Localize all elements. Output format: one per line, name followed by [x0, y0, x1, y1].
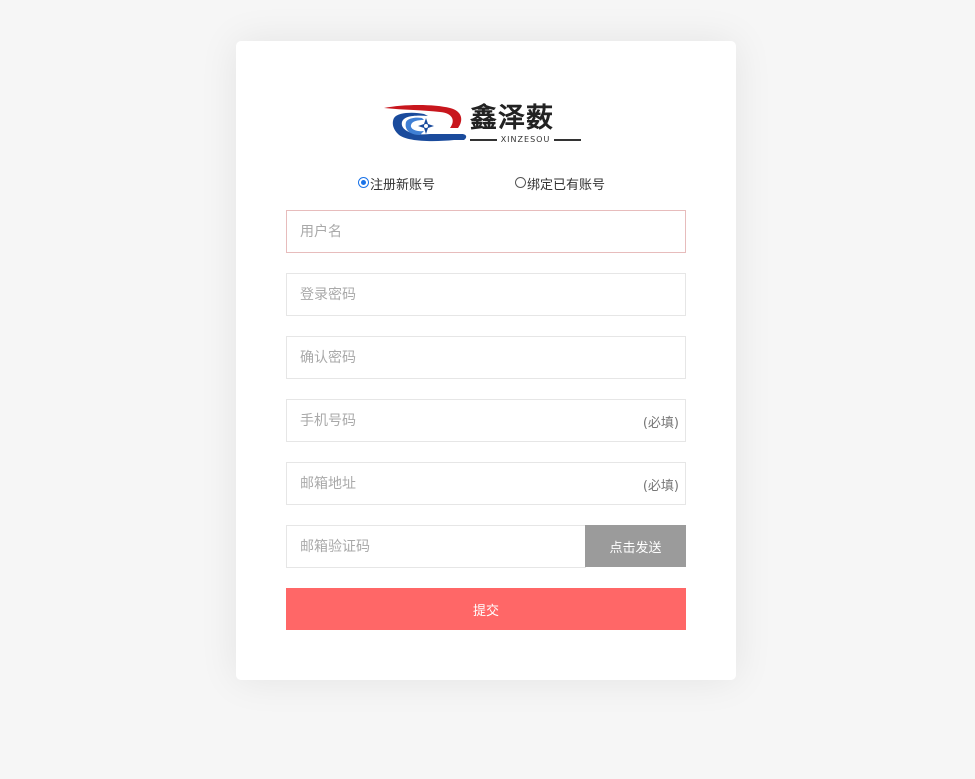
username-field	[286, 210, 686, 253]
email-code-input[interactable]	[287, 526, 585, 567]
confirm-password-input[interactable]	[287, 337, 685, 378]
radio-bind-existing-indicator[interactable]	[515, 176, 526, 188]
phone-input[interactable]	[287, 400, 685, 441]
brand-logo-icon	[384, 105, 467, 142]
brand-logo: 鑫泽薮 XINZESOU	[384, 104, 584, 146]
password-input[interactable]	[287, 274, 685, 315]
username-input[interactable]	[287, 211, 685, 252]
confirm-password-field	[286, 336, 686, 379]
email-required-hint: (必填)	[642, 479, 679, 494]
send-code-button[interactable]: 点击发送	[585, 525, 686, 567]
radio-register-new[interactable]: 注册新账号	[358, 174, 435, 193]
password-field	[286, 273, 686, 316]
brand-tagline: XINZESOU	[470, 135, 581, 145]
phone-required-hint: (必填)	[642, 416, 679, 431]
email-input[interactable]	[287, 463, 685, 504]
radio-register-new-indicator[interactable]	[358, 176, 369, 188]
submit-button[interactable]: 提交	[286, 588, 686, 630]
brand-name-en: XINZESOU	[500, 135, 551, 144]
radio-bind-existing-label: 绑定已有账号	[527, 178, 606, 193]
radio-bind-existing[interactable]: 绑定已有账号	[515, 174, 605, 193]
phone-field: (必填)	[286, 399, 686, 442]
brand-name: 鑫泽薮	[470, 103, 554, 134]
radio-register-new-label: 注册新账号	[370, 178, 436, 193]
account-mode-radio-group: 注册新账号 绑定已有账号	[358, 174, 618, 193]
email-field: (必填)	[286, 462, 686, 505]
register-card: 鑫泽薮 XINZESOU 注册新账号 绑定已有账号 (必填) (必填)	[236, 41, 736, 680]
email-code-field	[286, 525, 586, 568]
